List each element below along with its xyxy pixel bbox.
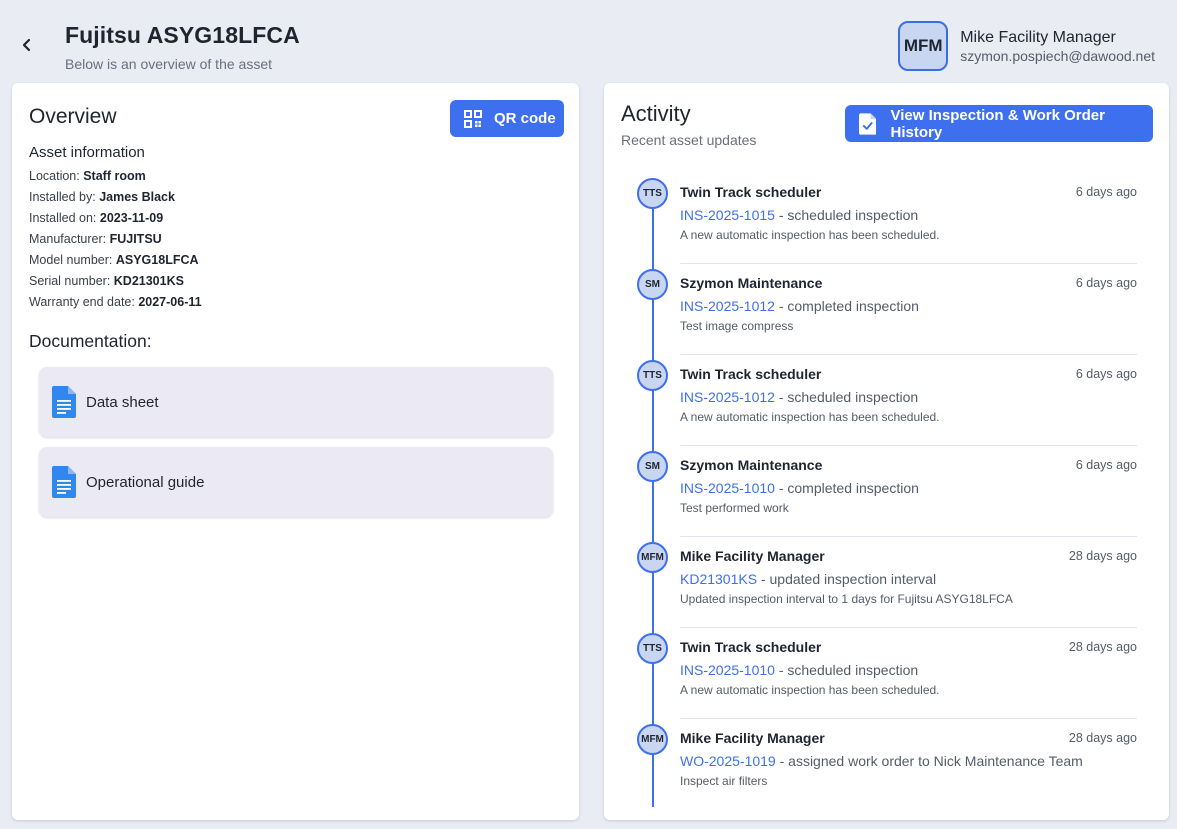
activity-action: INS-2025-1012 - scheduled inspection	[680, 389, 919, 405]
google-doc-icon	[52, 466, 76, 498]
activity-reference-link[interactable]: INS-2025-1010	[680, 662, 775, 678]
activity-avatar: TTS	[637, 360, 668, 391]
activity-avatar: MFM	[637, 724, 668, 755]
document-operational-guide[interactable]: Operational guide	[39, 447, 553, 517]
activity-time: 28 days ago	[1068, 549, 1137, 563]
activity-description: Test performed work	[680, 501, 789, 515]
user-email: szymon.pospiech@dawood.net	[960, 47, 1155, 64]
activity-avatar: SM	[637, 451, 668, 482]
activity-reference-link[interactable]: INS-2025-1012	[680, 298, 775, 314]
activity-avatar: SM	[637, 269, 668, 300]
activity-description: A new automatic inspection has been sche…	[680, 683, 940, 697]
activity-author: Twin Track scheduler	[680, 639, 822, 655]
info-model-number: Model number: ASYG18LFCA	[29, 253, 199, 267]
activity-author: Twin Track scheduler	[680, 184, 822, 200]
activity-author: Szymon Maintenance	[680, 275, 823, 291]
activity-reference-link[interactable]: INS-2025-1012	[680, 389, 775, 405]
activity-reference-link[interactable]: INS-2025-1015	[680, 207, 775, 223]
activity-timeline: TTS Twin Track scheduler 6 days ago INS-…	[604, 173, 1169, 810]
activity-description: Inspect air filters	[680, 774, 768, 788]
activity-avatar: MFM	[637, 542, 668, 573]
activity-action: KD21301KS - updated inspection interval	[680, 571, 937, 587]
view-history-label: View Inspection & Work Order History	[890, 106, 1105, 141]
activity-description: A new automatic inspection has been sche…	[680, 410, 940, 424]
user-name: Mike Facility Manager	[960, 28, 1116, 46]
activity-action: INS-2025-1010 - completed inspection	[680, 480, 919, 496]
page-header: Fujitsu ASYG18LFCA Below is an overview …	[65, 22, 300, 72]
info-installed-by: Installed by: James Black	[29, 190, 175, 204]
activity-item: MFM Mike Facility Manager 28 days ago KD…	[604, 537, 1169, 628]
activity-time: 6 days ago	[1075, 185, 1137, 199]
qr-code-button[interactable]: QR code	[450, 100, 564, 137]
activity-action: INS-2025-1015 - scheduled inspection	[680, 207, 919, 223]
info-installed-on: Installed on: 2023-11-09	[29, 211, 164, 225]
activity-time: 6 days ago	[1075, 367, 1137, 381]
document-data-sheet[interactable]: Data sheet	[39, 367, 553, 437]
activity-card: Activity Recent asset updates View Inspe…	[604, 83, 1169, 820]
activity-time: 28 days ago	[1068, 731, 1137, 745]
page-title: Fujitsu ASYG18LFCA	[65, 22, 300, 48]
activity-item: TTS Twin Track scheduler 6 days ago INS-…	[604, 173, 1169, 264]
activity-reference-link[interactable]: WO-2025-1019	[680, 753, 776, 769]
activity-item: SM Szymon Maintenance 6 days ago INS-202…	[604, 446, 1169, 537]
asset-info-heading: Asset information	[29, 144, 145, 161]
activity-description: A new automatic inspection has been sche…	[680, 228, 940, 242]
activity-description: Updated inspection interval to 1 days fo…	[680, 592, 1013, 606]
activity-author: Szymon Maintenance	[680, 457, 823, 473]
google-doc-icon	[52, 386, 76, 418]
activity-subtitle: Recent asset updates	[621, 132, 757, 148]
activity-author: Mike Facility Manager	[680, 730, 825, 746]
activity-item: TTS Twin Track scheduler 6 days ago INS-…	[604, 355, 1169, 446]
activity-description: Test image compress	[680, 319, 794, 333]
info-warranty-end: Warranty end date: 2027-06-11	[29, 295, 202, 309]
page-subtitle: Below is an overview of the asset	[65, 56, 272, 72]
view-history-button[interactable]: View Inspection & Work Order History	[845, 105, 1153, 142]
activity-action: WO-2025-1019 - assigned work order to Ni…	[680, 753, 1083, 769]
document-label: Data sheet	[86, 393, 159, 411]
activity-author: Twin Track scheduler	[680, 366, 822, 382]
info-serial-number: Serial number: KD21301KS	[29, 274, 184, 288]
activity-author: Mike Facility Manager	[680, 548, 825, 564]
activity-reference-link[interactable]: KD21301KS	[680, 571, 757, 587]
activity-title: Activity	[621, 101, 691, 126]
overview-title: Overview	[29, 105, 117, 128]
activity-reference-link[interactable]: INS-2025-1010	[680, 480, 775, 496]
document-label: Operational guide	[86, 473, 205, 491]
info-manufacturer: Manufacturer: FUJITSU	[29, 232, 162, 246]
activity-item: MFM Mike Facility Manager 28 days ago WO…	[604, 719, 1169, 810]
activity-action: INS-2025-1010 - scheduled inspection	[680, 662, 919, 678]
activity-avatar: TTS	[637, 178, 668, 209]
activity-item: TTS Twin Track scheduler 28 days ago INS…	[604, 628, 1169, 719]
qr-code-icon	[464, 109, 482, 128]
activity-action: INS-2025-1012 - completed inspection	[680, 298, 919, 314]
info-location: Location: Staff room	[29, 169, 146, 183]
document-check-icon	[859, 112, 877, 135]
documentation-title: Documentation:	[29, 331, 152, 351]
activity-item: SM Szymon Maintenance 6 days ago INS-202…	[604, 264, 1169, 355]
activity-time: 6 days ago	[1075, 458, 1137, 472]
qr-code-label: QR code	[494, 110, 556, 127]
asset-information: Asset information Location: Staff room I…	[29, 144, 202, 313]
back-button[interactable]	[14, 32, 40, 58]
user-avatar[interactable]: MFM	[898, 21, 949, 71]
user-profile[interactable]: MFM Mike Facility Manager szymon.pospiec…	[898, 21, 1155, 71]
overview-card: Overview QR code Asset information Locat…	[12, 83, 579, 820]
chevron-left-icon	[22, 38, 31, 52]
activity-avatar: TTS	[637, 633, 668, 664]
activity-time: 6 days ago	[1075, 276, 1137, 290]
activity-time: 28 days ago	[1068, 640, 1137, 654]
